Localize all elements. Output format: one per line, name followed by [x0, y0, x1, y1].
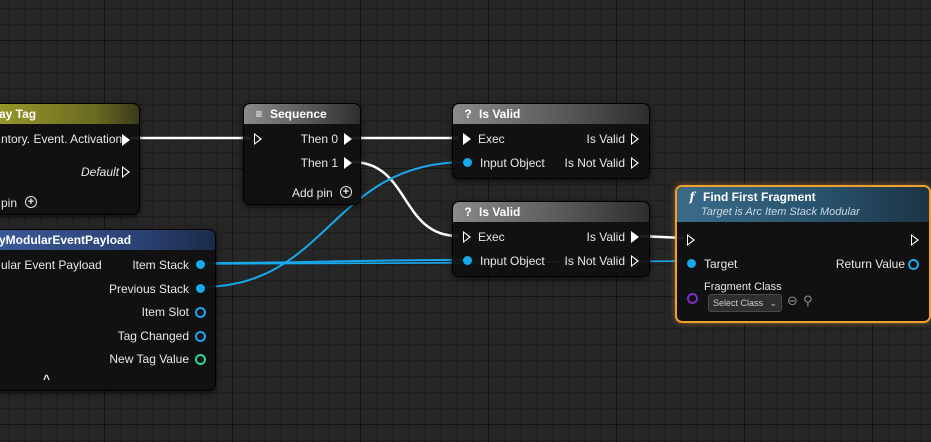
exec-output-pin[interactable] — [122, 134, 130, 146]
is-valid-pin[interactable] — [631, 133, 639, 145]
exec-label: Exec — [478, 132, 505, 146]
is-valid-node-1[interactable]: ? Is Valid Exec Is Valid Input Object Is … — [452, 103, 650, 179]
then-0-pin[interactable] — [344, 133, 352, 145]
chevron-down-icon: ⌄ — [769, 298, 778, 308]
plus-circle-icon[interactable]: + — [25, 196, 37, 208]
node-header: ≡ Sequence — [244, 104, 360, 124]
item-slot-label: Item Slot — [141, 305, 189, 319]
default-exec-pin[interactable] — [122, 166, 130, 178]
fragment-class-label: Fragment Class — [704, 281, 782, 293]
item-stack-label: Item Stack — [132, 258, 189, 272]
node-subtitle: Target is Arc Item Stack Modular — [701, 206, 860, 218]
payload-input-label: ular Event Payload — [1, 258, 102, 272]
select-class-dropdown[interactable]: Select Class ⌄ — [708, 294, 783, 312]
target-label: Target — [704, 257, 738, 271]
previous-stack-pin[interactable] — [196, 284, 205, 293]
is-not-valid-label: Is Not Valid — [564, 156, 625, 170]
new-tag-value-label: New Tag Value — [109, 352, 189, 366]
tag-value-label: ntory. Event. Activation — [1, 132, 123, 146]
previous-stack-label: Previous Stack — [108, 282, 189, 296]
is-not-valid-pin[interactable] — [631, 255, 639, 267]
node-header: ? Is Valid — [453, 104, 649, 124]
exec-input-pin[interactable] — [463, 231, 471, 243]
new-tag-value-pin[interactable] — [195, 354, 206, 365]
input-object-label: Input Object — [480, 156, 545, 170]
modular-event-payload-node[interactable]: yModularEventPayload ular Event Payload … — [0, 229, 216, 391]
then-1-label: Then 1 — [300, 156, 338, 170]
return-value-label: Return Value — [835, 257, 905, 271]
exec-label: Exec — [478, 230, 505, 244]
object-wire-itemstack-to-isvalid2 — [200, 259, 467, 264]
is-valid-label: Is Valid — [586, 230, 625, 244]
default-label: Default — [81, 165, 120, 179]
is-not-valid-pin[interactable] — [631, 157, 639, 169]
question-mark-icon: ? — [464, 107, 472, 121]
magnifier-icon[interactable]: ⚲ — [803, 293, 813, 309]
exec-input-pin[interactable] — [463, 133, 471, 145]
input-object-label: Input Object — [480, 254, 545, 268]
collapse-chevron-icon[interactable]: ^ — [43, 372, 50, 386]
node-title: Sequence — [270, 107, 327, 121]
select-class-value: Select Class — [713, 298, 764, 308]
node-title: Is Valid — [479, 107, 521, 121]
question-mark-icon: ? — [464, 205, 472, 219]
exec-input-pin[interactable] — [254, 133, 262, 145]
exec-output-pin[interactable] — [911, 234, 919, 246]
sequence-node[interactable]: ≡ Sequence Then 0 Then 1 Add pin + — [243, 103, 361, 205]
item-slot-pin[interactable] — [195, 307, 206, 318]
add-pin-label: pin — [1, 196, 18, 210]
node-header: f Find First Fragment Target is Arc Item … — [677, 187, 929, 222]
arrow-left-circle-icon[interactable]: ⊖ — [787, 293, 798, 309]
is-valid-node-2[interactable]: ? Is Valid Exec Is Valid Input Object Is … — [452, 201, 650, 277]
add-pin-label[interactable]: Add pin — [292, 186, 333, 200]
sequence-icon: ≡ — [255, 107, 263, 121]
exec-wire-then1-to-isvalid2 — [351, 160, 459, 238]
function-f-icon: f — [689, 190, 695, 204]
node-title: ay Tag — [0, 104, 139, 124]
node-title: Is Valid — [479, 205, 521, 219]
tag-changed-label: Tag Changed — [117, 329, 189, 343]
node-title: yModularEventPayload — [0, 230, 215, 250]
is-valid-pin[interactable] — [631, 231, 639, 243]
find-first-fragment-node[interactable]: f Find First Fragment Target is Arc Item … — [675, 185, 931, 323]
then-0-label: Then 0 — [300, 132, 338, 146]
input-object-pin[interactable] — [463, 256, 472, 265]
target-pin[interactable] — [687, 259, 696, 268]
then-1-pin[interactable] — [344, 157, 352, 169]
item-stack-pin[interactable] — [196, 260, 205, 269]
plus-circle-icon[interactable]: + — [340, 186, 352, 198]
node-header: ? Is Valid — [453, 202, 649, 222]
gameplay-tag-node[interactable]: ay Tag ntory. Event. Activation Default … — [0, 103, 140, 215]
tag-changed-pin[interactable] — [195, 331, 206, 342]
is-valid-label: Is Valid — [586, 132, 625, 146]
fragment-class-pin[interactable] — [687, 293, 698, 304]
exec-input-pin[interactable] — [687, 234, 695, 246]
is-not-valid-label: Is Not Valid — [564, 254, 625, 268]
node-title: Find First Fragment — [703, 190, 816, 204]
input-object-pin[interactable] — [463, 158, 472, 167]
return-value-pin[interactable] — [908, 259, 919, 270]
